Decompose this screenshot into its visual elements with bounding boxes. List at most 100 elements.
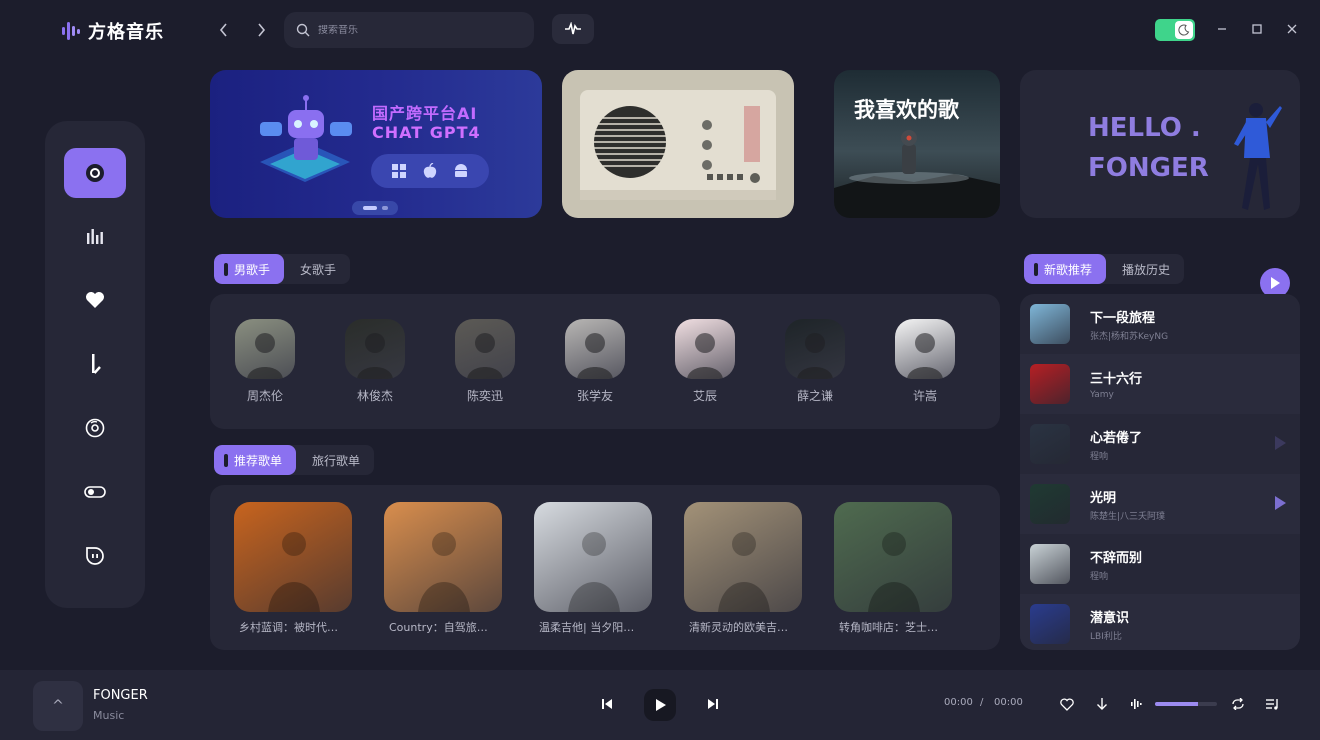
sidebar-item-settings[interactable]: [64, 467, 126, 517]
song-play-icon[interactable]: [1274, 496, 1286, 510]
volume-button[interactable]: [1130, 697, 1146, 711]
moon-icon: [1178, 24, 1190, 36]
song-artist: 张杰|杨和苏KeyNG: [1090, 331, 1169, 342]
song-title: 三十六行: [1090, 372, 1143, 387]
playlist-card[interactable]: 乡村蓝调：被时代…: [234, 502, 352, 635]
sidebar-item-charts[interactable]: [64, 211, 126, 261]
playlist-cover: [534, 502, 652, 612]
minimize-button[interactable]: [1213, 20, 1231, 38]
theme-toggle[interactable]: [1155, 19, 1195, 41]
song-row[interactable]: 下一段旅程张杰|杨和苏KeyNG: [1020, 294, 1300, 354]
song-play-icon[interactable]: [1274, 436, 1286, 450]
forward-button[interactable]: [250, 19, 272, 41]
song-artist: 程响: [1090, 571, 1109, 582]
robot-illustration-icon: [260, 95, 352, 182]
windows-icon: [391, 164, 406, 178]
playlist-queue-button[interactable]: [1264, 696, 1282, 712]
artist-item[interactable]: 薛之谦: [784, 319, 846, 404]
tab-recommended-playlists[interactable]: 推荐歌单: [214, 445, 297, 475]
artist-name: 艾辰: [692, 389, 717, 403]
back-button[interactable]: [213, 19, 235, 41]
repeat-icon: [1232, 698, 1244, 710]
song-row[interactable]: 心若倦了 程响: [1020, 414, 1300, 474]
expand-player-button[interactable]: ^: [33, 681, 83, 731]
hello-line-2: FONGER: [1088, 153, 1209, 183]
current-time: 00:00: [944, 697, 973, 708]
playlists-panel: 乡村蓝调：被时代… Country：自驾旅… 温柔吉他| 当夕阳… 清新灵动的欧美吉……: [210, 485, 1000, 650]
song-title: 下一段旅程: [1090, 310, 1156, 326]
song-row[interactable]: 不辞而别 程响: [1020, 534, 1300, 594]
tab-label: 新歌推荐: [1044, 262, 1093, 277]
artist-item[interactable]: 张学友: [564, 319, 626, 404]
night-scene-illustration: [834, 130, 1000, 218]
song-text: 潜意识 LBI利比: [1090, 607, 1129, 642]
song-cover: [1030, 364, 1070, 404]
artist-item[interactable]: 周杰伦: [234, 319, 296, 404]
previous-button[interactable]: [598, 696, 616, 712]
close-button[interactable]: [1283, 20, 1301, 38]
artist-name: 周杰伦: [246, 389, 283, 403]
skip-previous-icon: [602, 699, 612, 709]
hello-line-1: HELLO .: [1088, 113, 1201, 143]
banner-line-1: 国产跨平台AI: [372, 104, 478, 123]
sidebar-item-profile[interactable]: [64, 531, 126, 581]
play-pause-button[interactable]: [644, 689, 676, 721]
sidebar-item-discover[interactable]: [64, 148, 126, 198]
sound-wave-button[interactable]: [552, 14, 594, 44]
tab-new-songs[interactable]: 新歌推荐: [1024, 254, 1107, 284]
song-title: 光明: [1090, 490, 1117, 506]
artist-avatar: [235, 319, 295, 379]
tab-female-singers[interactable]: 女歌手: [284, 254, 350, 284]
song-text: 不辞而别 程响: [1090, 547, 1142, 582]
sidebar-item-albums[interactable]: [64, 403, 126, 453]
banner-my-favorites[interactable]: 我喜欢的歌: [834, 70, 1000, 218]
avatar-silhouette-icon: [357, 333, 393, 379]
song-artist: 陈楚生|八三夭阿璞: [1090, 511, 1166, 522]
total-time: 00:00: [994, 697, 1023, 708]
playlist-card[interactable]: 温柔吉他| 当夕阳…: [534, 502, 652, 635]
sidebar-item-music[interactable]: [64, 339, 126, 389]
tab-travel-playlists[interactable]: 旅行歌单: [296, 445, 374, 475]
banner-hello[interactable]: HELLO . FONGER: [1020, 70, 1300, 218]
sidebar-item-favorites[interactable]: [64, 275, 126, 325]
app-logo: 方格音乐: [62, 18, 164, 44]
download-button[interactable]: [1094, 696, 1110, 712]
search-box[interactable]: [284, 12, 534, 48]
song-tabs: 新歌推荐 播放历史: [1024, 254, 1185, 284]
artist-item[interactable]: 艾辰: [674, 319, 736, 404]
sidebar: [45, 121, 145, 608]
artist-avatar: [895, 319, 955, 379]
avatar-silhouette-icon: [467, 333, 503, 379]
like-button[interactable]: [1059, 696, 1075, 712]
cover-figure-icon: [868, 532, 920, 612]
playlist-name: 温柔吉他| 当夕阳…: [539, 621, 635, 634]
tab-play-history[interactable]: 播放历史: [1106, 254, 1184, 284]
song-row[interactable]: 三十六行 Yamy: [1020, 354, 1300, 414]
cover-figure-icon: [568, 532, 620, 612]
volume-slider[interactable]: [1155, 702, 1217, 706]
tab-male-singers[interactable]: 男歌手: [214, 254, 285, 284]
carousel-dots[interactable]: [352, 201, 398, 215]
playlist-cover: [384, 502, 502, 612]
tab-label: 男歌手: [234, 262, 271, 277]
playlist-card[interactable]: 清新灵动的欧美吉…: [684, 502, 802, 635]
playlist-card[interactable]: 转角咖啡店：芝士…: [834, 502, 952, 635]
vinyl-icon: [85, 418, 105, 438]
banner-chatgpt[interactable]: 国产跨平台AI CHAT GPT4: [210, 70, 542, 218]
tab-marker: [1034, 262, 1038, 276]
next-button[interactable]: [704, 696, 722, 712]
artist-name: 林俊杰: [356, 389, 393, 403]
song-cover: [1030, 544, 1070, 584]
repeat-button[interactable]: [1229, 696, 1247, 712]
banner-radio[interactable]: [562, 70, 794, 218]
song-row[interactable]: 光明陈楚生|八三夭阿璞: [1020, 474, 1300, 534]
artist-item[interactable]: 陈奕迅: [454, 319, 516, 404]
playlist-card[interactable]: Country：自驾旅…: [384, 502, 502, 635]
app-window: 方格音乐 搜索音乐 国产跨平台AI CHAT GPT4 我喜欢的歌 HELLO …: [0, 0, 1320, 740]
maximize-button[interactable]: [1248, 20, 1266, 38]
artist-item[interactable]: 许嵩: [894, 319, 956, 404]
artist-name: 薛之谦: [796, 389, 833, 403]
song-row[interactable]: 潜意识 LBI利比: [1020, 594, 1300, 650]
search-input[interactable]: [318, 24, 518, 36]
artist-item[interactable]: 林俊杰: [344, 319, 406, 404]
